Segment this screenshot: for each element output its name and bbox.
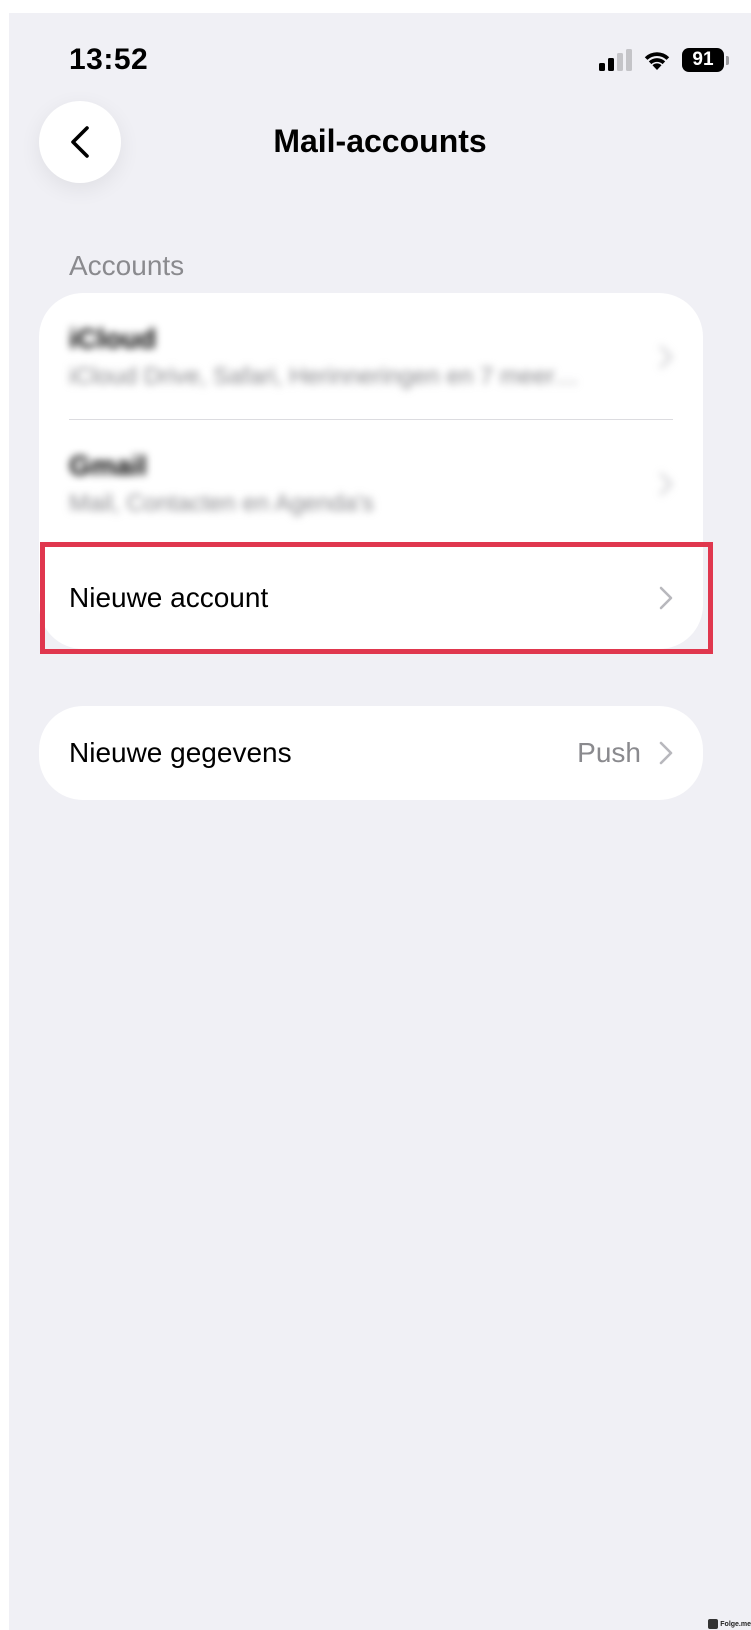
account-title: Gmail: [69, 449, 147, 481]
add-account-row[interactable]: Nieuwe account: [39, 547, 703, 649]
chevron-right-icon: [659, 345, 673, 368]
battery-nub: [726, 55, 729, 65]
fetch-new-data-label: Nieuwe gegevens: [69, 737, 292, 768]
signal-icon: [599, 49, 632, 71]
watermark: Folge.me: [706, 1618, 751, 1630]
section-header-accounts: Accounts: [69, 250, 185, 281]
battery-icon: 91: [682, 48, 724, 72]
account-subtitle: Mail, Contacten en Agenda's: [69, 489, 374, 517]
status-icons: 91: [599, 46, 729, 74]
page-title: Mail-accounts: [273, 123, 487, 159]
status-time: 13:52: [69, 43, 149, 76]
accounts-list: iCloud iCloud Drive, Safari, Herinnering…: [39, 293, 703, 649]
account-row-icloud[interactable]: iCloud iCloud Drive, Safari, Herinnering…: [39, 293, 703, 420]
watermark-text: Folge.me: [720, 1620, 751, 1628]
add-account-label: Nieuwe account: [69, 582, 269, 613]
fetch-settings-list: Nieuwe gegevens Push: [39, 706, 703, 800]
battery-level: 91: [692, 49, 714, 70]
wifi-icon: [644, 52, 670, 70]
fetch-new-data-row[interactable]: Nieuwe gegevens Push: [39, 706, 703, 800]
fetch-mode-value: Push: [577, 737, 641, 768]
chevron-right-icon: [659, 741, 673, 765]
account-title: iCloud: [69, 322, 157, 354]
account-row-gmail[interactable]: Gmail Mail, Contacten en Agenda's: [39, 420, 703, 547]
chevron-right-icon: [659, 586, 673, 610]
watermark-logo-icon: [708, 1619, 719, 1629]
account-subtitle: iCloud Drive, Safari, Herinneringen en 7…: [69, 362, 579, 390]
settings-screen: 13:52 91 Mail-accounts Accounts iCloud i…: [9, 13, 751, 1630]
chevron-right-icon: [659, 472, 673, 495]
